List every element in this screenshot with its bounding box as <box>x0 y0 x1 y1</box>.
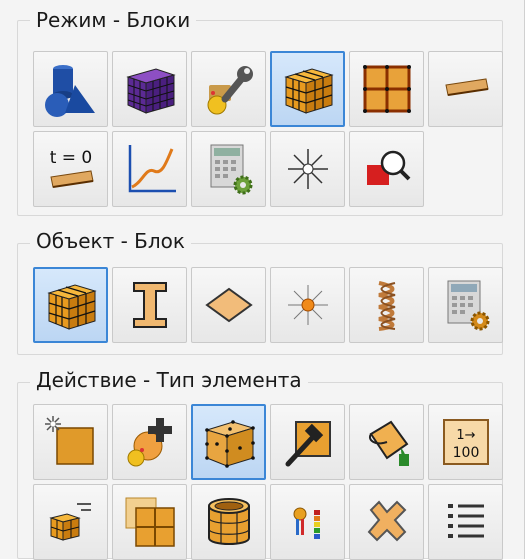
strip-edge-icon <box>444 78 489 96</box>
mode-row-2: t = 0 <box>33 131 424 207</box>
shell-plate-icon <box>204 287 253 323</box>
list-icon <box>447 504 484 538</box>
magnifier-query-icon <box>366 150 410 185</box>
block-mode-panel: Режим - Блоки t = 0 Объект - Блок Действ… <box>0 0 525 560</box>
edge-block-button[interactable] <box>428 51 503 127</box>
object-row <box>33 267 503 343</box>
mesh-mode-button[interactable] <box>112 51 187 127</box>
numbering-bottom-label: 100 <box>452 445 479 461</box>
list-button[interactable] <box>428 484 503 560</box>
create-button[interactable] <box>33 404 108 480</box>
orange-block-cube-icon <box>46 284 97 330</box>
block-grid-icon <box>362 65 411 113</box>
object-point-button[interactable] <box>270 267 345 343</box>
action-group-title: Действие - Тип элемента <box>30 368 308 392</box>
quality-ribbon-icon <box>293 507 320 539</box>
calculator-gear-icon <box>447 280 489 331</box>
starburst-point-icon <box>287 149 328 189</box>
purple-mesh-cube-icon <box>125 68 176 114</box>
curve-button[interactable] <box>112 131 187 207</box>
cylinder-block-button[interactable] <box>191 484 266 560</box>
t-zero-label: t = 0 <box>49 148 92 168</box>
orange-block-cube-icon <box>283 68 334 114</box>
element-cube-nodes-icon <box>204 420 255 468</box>
element-type-button[interactable] <box>191 404 266 480</box>
object-beam-button[interactable] <box>112 267 187 343</box>
query-button[interactable] <box>349 131 424 207</box>
calculator-settings-button[interactable] <box>191 131 266 207</box>
geometry-mode-button[interactable] <box>33 51 108 127</box>
graph-curve-icon <box>128 145 176 193</box>
new-block-sparkle-icon <box>44 416 94 465</box>
geometry-shapes-icon <box>44 65 95 117</box>
object-group-title: Объект - Блок <box>30 229 191 253</box>
fill-button[interactable] <box>349 404 424 480</box>
object-block-button[interactable] <box>33 267 108 343</box>
list-blocks-button[interactable] <box>33 484 108 560</box>
split-block-button[interactable] <box>112 484 187 560</box>
mode-row-1 <box>33 51 503 127</box>
paint-bucket-icon <box>368 420 409 466</box>
t-zero-icon: t = 0 <box>49 148 94 188</box>
i-beam-icon <box>132 282 167 328</box>
point-mass-icon <box>287 285 328 325</box>
numbering-button[interactable]: 1→ 100 <box>428 404 503 480</box>
action-row-2 <box>33 484 503 560</box>
numbering-top-label: 1→ <box>456 428 475 443</box>
blocks-mode-button[interactable] <box>270 51 345 127</box>
split-block-icon <box>125 497 175 547</box>
edit-build-button[interactable] <box>270 404 345 480</box>
add-node-button[interactable] <box>112 404 187 480</box>
spring-icon <box>378 281 395 331</box>
initial-state-button[interactable]: t = 0 <box>33 131 108 207</box>
numbering-icon: 1→ 100 <box>442 419 489 465</box>
object-spring-button[interactable] <box>349 267 424 343</box>
wrench-tool-icon <box>207 66 253 115</box>
quality-button[interactable] <box>270 484 345 560</box>
add-node-icon <box>127 418 172 467</box>
small-cube-list-icon <box>48 503 91 541</box>
mode-group-title: Режим - Блоки <box>30 8 197 32</box>
delete-cross-icon <box>367 500 406 542</box>
cylinder-block-icon <box>207 498 250 545</box>
object-settings-button[interactable] <box>428 267 503 343</box>
object-shell-button[interactable] <box>191 267 266 343</box>
block-grid-button[interactable] <box>349 51 424 127</box>
point-button[interactable] <box>270 131 345 207</box>
action-row-1: 1→ 100 <box>33 404 503 480</box>
calculator-gear-icon <box>210 144 252 195</box>
hammer-frame-icon <box>285 421 331 467</box>
tools-mode-button[interactable] <box>191 51 266 127</box>
delete-button[interactable] <box>349 484 424 560</box>
